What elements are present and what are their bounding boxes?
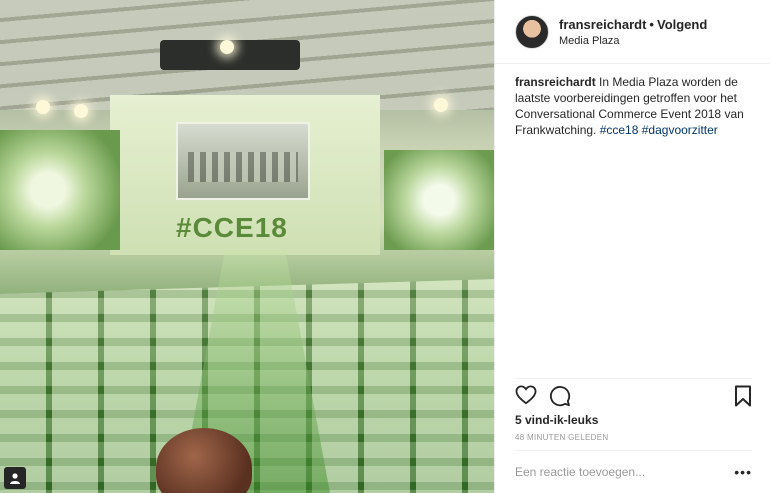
heart-icon[interactable]	[515, 385, 537, 411]
post-photo[interactable]: #CCE18	[0, 0, 494, 493]
photo-stage-letters: #CCE18	[176, 212, 288, 243]
comment-icon[interactable]	[549, 385, 571, 413]
user-tag-icon[interactable]	[4, 467, 26, 489]
photo-light	[434, 98, 448, 112]
action-bar	[515, 378, 752, 410]
header-line: fransreichardt • Volgend	[559, 17, 707, 32]
hashtag-link[interactable]: #dagvoorzitter	[642, 123, 718, 137]
bookmark-icon[interactable]	[734, 385, 752, 413]
photo-projection-screen	[176, 122, 310, 200]
comment-row: •••	[515, 450, 752, 493]
post-timestamp: 48 MINUTEN GELEDEN	[515, 433, 609, 442]
username-link[interactable]: fransreichardt	[559, 17, 646, 32]
header-separator: •	[649, 16, 654, 32]
photo-wall-left	[0, 130, 120, 250]
photo-wall-right	[384, 150, 494, 250]
photo-light	[74, 104, 88, 118]
photo-light	[36, 100, 50, 114]
post-side-panel: fransreichardt • Volgend Media Plaza frans…	[494, 0, 770, 493]
photo-light	[220, 40, 234, 54]
caption-username[interactable]: fransreichardt	[515, 75, 596, 89]
post-caption: fransreichardt In Media Plaza worden de …	[495, 64, 770, 138]
location-link[interactable]: Media Plaza	[559, 35, 707, 47]
follow-button[interactable]: Volgend	[657, 17, 707, 32]
comment-input[interactable]	[515, 465, 735, 479]
post-header: fransreichardt • Volgend Media Plaza	[495, 0, 770, 64]
hashtag-link[interactable]: #cce18	[600, 123, 639, 137]
header-text: fransreichardt • Volgend Media Plaza	[559, 17, 707, 47]
avatar[interactable]	[515, 14, 549, 49]
more-options-button[interactable]: •••	[734, 464, 752, 480]
likes-count[interactable]: 5 vind-ik-leuks	[515, 413, 598, 427]
